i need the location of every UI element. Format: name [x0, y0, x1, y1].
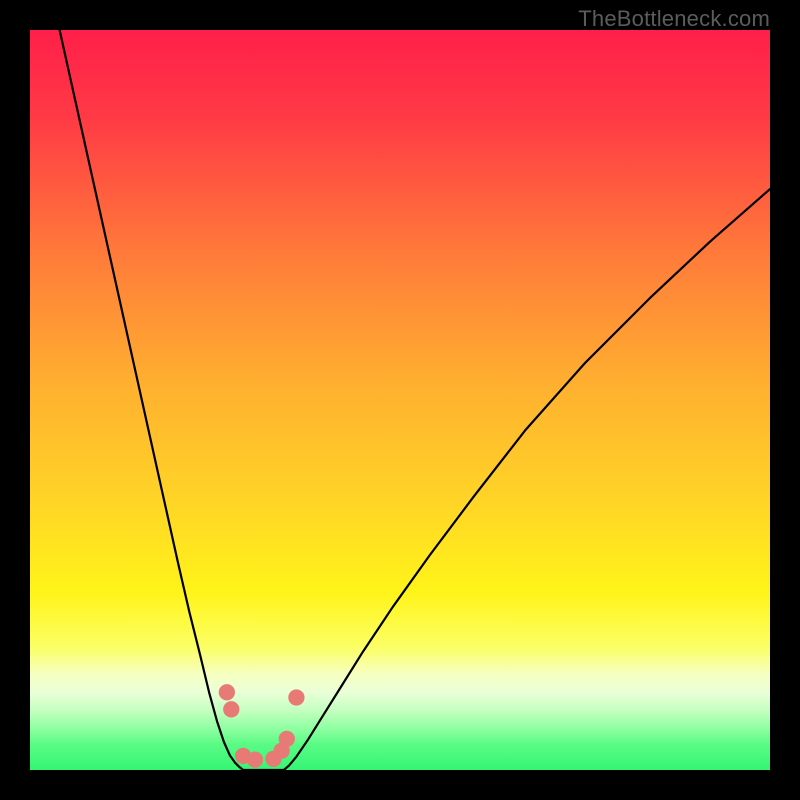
dot-floor-2 [247, 752, 263, 768]
dot-left-upper [219, 684, 235, 700]
watermark-text: TheBottleneck.com [578, 6, 770, 32]
chart-curves [30, 30, 770, 770]
chart-frame [30, 30, 770, 770]
dot-right-mid [279, 731, 295, 747]
dot-right-upper [288, 689, 304, 705]
dot-left-lower [223, 701, 239, 717]
bottleneck-curve [60, 30, 770, 770]
